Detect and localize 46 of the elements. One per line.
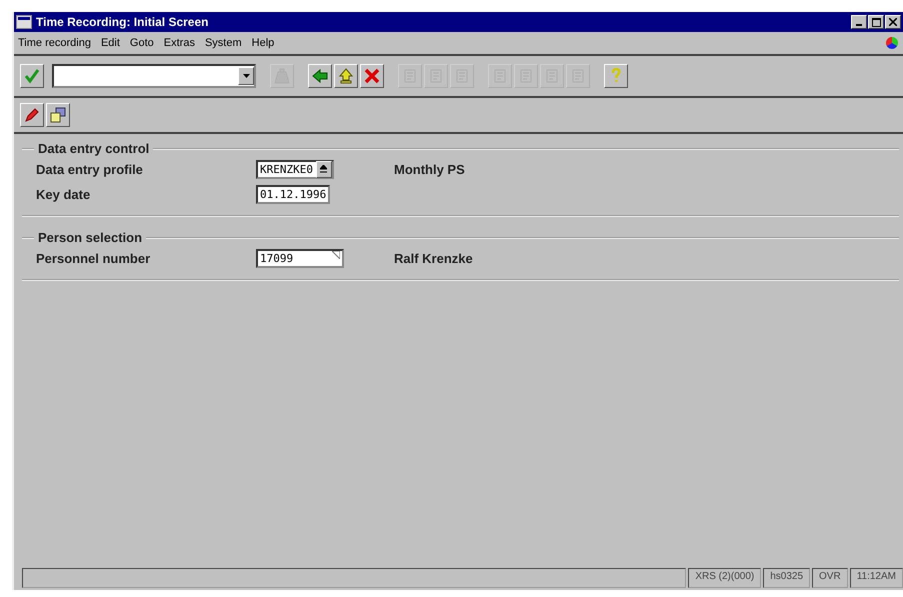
menu-item[interactable]: Extras: [164, 37, 195, 49]
caret-icon: [242, 74, 250, 78]
input-field[interactable]: 01.12.1996: [256, 184, 330, 204]
close-icon: [889, 18, 897, 26]
profile-dropdown[interactable]: KRENZKE0: [256, 160, 334, 178]
menu-item[interactable]: Edit: [100, 37, 120, 49]
field-label: Data entry profile: [36, 162, 144, 176]
field-description: Ralf Krenzke: [394, 250, 473, 266]
menu-item[interactable]: Time recording: [18, 37, 91, 49]
windows-icon: [50, 107, 66, 123]
checkmark-button[interactable]: [20, 64, 44, 88]
field-label: Personnel number: [36, 250, 152, 266]
help-button[interactable]: [604, 64, 628, 88]
command-field[interactable]: [52, 64, 256, 88]
close-button[interactable]: [885, 15, 901, 29]
corner-mark-icon: [332, 250, 340, 258]
field-label: Key date: [36, 186, 92, 202]
left-arrow-icon: [312, 68, 328, 84]
window-title: Time Recording: Initial Screen: [36, 15, 210, 29]
input-field[interactable]: 17099: [256, 248, 344, 268]
status-field: hs0325: [763, 568, 810, 588]
up-arrow-icon: [338, 68, 354, 84]
exit-button[interactable]: [334, 64, 358, 88]
menu-item[interactable]: Help: [252, 37, 274, 49]
group-title: Person selection: [34, 230, 146, 245]
caret-icon: [320, 164, 328, 174]
back-button[interactable]: [308, 64, 332, 88]
menu-item[interactable]: System: [204, 37, 242, 49]
group-title: Data entry control: [34, 141, 154, 156]
pencil-button[interactable]: [20, 103, 44, 127]
menu-item[interactable]: Goto: [130, 37, 154, 49]
colored-circle-icon: [885, 36, 899, 50]
dropdown-button[interactable]: [316, 160, 332, 178]
minimize-button[interactable]: [851, 15, 867, 29]
maximize-button[interactable]: [868, 15, 884, 29]
status-field: OVR: [812, 568, 848, 588]
field-description: Monthly PS: [394, 162, 465, 176]
maximize-icon: [872, 18, 880, 26]
pencil-icon: [24, 107, 40, 123]
overview-button[interactable]: [46, 103, 70, 127]
cross-icon: [364, 68, 380, 84]
status-field: 11:12AM: [850, 568, 903, 588]
dropdown-button[interactable]: [238, 67, 254, 85]
checkmark-icon: [24, 68, 40, 84]
cancel-button[interactable]: [360, 64, 384, 88]
status-field: XRS (2)(000): [688, 568, 762, 588]
